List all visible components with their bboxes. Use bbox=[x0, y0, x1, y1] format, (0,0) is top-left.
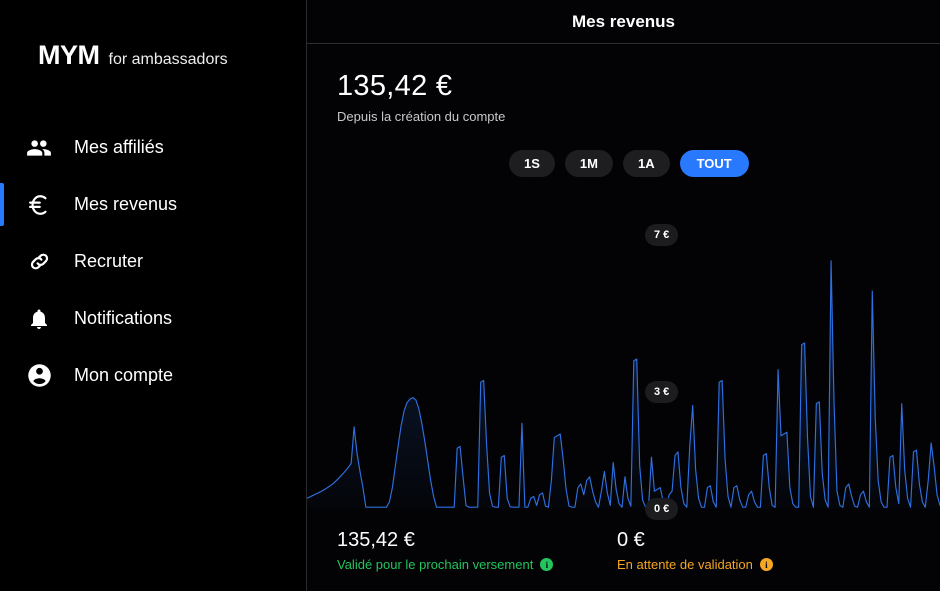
stat-pending: 0 € En attente de validation i bbox=[617, 529, 897, 572]
footer-stats: 135,42 € Validé pour le prochain verseme… bbox=[337, 529, 940, 572]
sidebar-item-mes-revenus[interactable]: Mes revenus bbox=[0, 176, 306, 233]
stat-pending-amount: 0 € bbox=[617, 529, 645, 551]
brand-mark: MYM bbox=[38, 40, 100, 70]
revenue-chart[interactable]: 7 € 3 € 0 € bbox=[307, 169, 940, 520]
brand-subtitle: for ambassadors bbox=[108, 51, 228, 68]
sidebar-nav: Mes affiliés Mes revenus Recruter Notifi… bbox=[0, 119, 306, 404]
sidebar-item-label: Recruter bbox=[74, 251, 144, 271]
y-axis-tick-0: 0 € bbox=[645, 498, 679, 520]
total-revenue-block: 135,42 € Depuis la création du compte bbox=[337, 70, 505, 124]
revenue-chart-svg bbox=[307, 169, 940, 509]
info-icon[interactable]: i bbox=[759, 558, 773, 571]
sidebar: MYM for ambassadors Mes affiliés Mes rev… bbox=[0, 0, 307, 591]
sidebar-item-label: Mes affiliés bbox=[74, 137, 164, 157]
stat-validated: 135,42 € Validé pour le prochain verseme… bbox=[337, 529, 617, 572]
people-icon bbox=[24, 133, 54, 163]
stat-validated-amount: 135,42 € bbox=[337, 529, 415, 551]
sidebar-item-mon-compte[interactable]: Mon compte bbox=[0, 347, 306, 404]
info-icon[interactable]: i bbox=[540, 558, 554, 571]
y-axis-tick-3: 3 € bbox=[645, 381, 679, 403]
euro-icon bbox=[24, 190, 54, 220]
total-revenue-caption: Depuis la création du compte bbox=[337, 109, 506, 124]
bell-icon bbox=[24, 304, 54, 334]
stat-validated-label: Validé pour le prochain versement bbox=[337, 557, 534, 572]
sidebar-item-mes-affilies[interactable]: Mes affiliés bbox=[0, 119, 306, 176]
sidebar-item-label: Mon compte bbox=[74, 365, 174, 385]
stat-pending-label: En attente de validation bbox=[617, 557, 753, 572]
account-circle-icon bbox=[24, 361, 54, 391]
page-title: Mes revenus bbox=[572, 11, 675, 31]
revenue-content: 135,42 € Depuis la création du compte 1S… bbox=[307, 44, 940, 591]
sidebar-item-label: Mes revenus bbox=[74, 194, 178, 214]
sidebar-item-recruter[interactable]: Recruter bbox=[0, 233, 306, 290]
page-header: Mes revenus bbox=[307, 0, 940, 44]
sidebar-item-notifications[interactable]: Notifications bbox=[0, 290, 306, 347]
app-root: MYM for ambassadors Mes affiliés Mes rev… bbox=[0, 0, 940, 591]
y-axis-tick-7: 7 € bbox=[645, 224, 679, 246]
stat-pending-line: En attente de validation i bbox=[617, 557, 897, 572]
sidebar-item-label: Notifications bbox=[74, 308, 173, 328]
main-panel: Mes revenus 135,42 € Depuis la création … bbox=[307, 0, 940, 591]
total-revenue-amount: 135,42 € bbox=[337, 70, 453, 102]
brand-logo: MYM for ambassadors bbox=[0, 0, 306, 71]
link-icon bbox=[24, 247, 54, 277]
stat-validated-line: Validé pour le prochain versement i bbox=[337, 557, 617, 572]
